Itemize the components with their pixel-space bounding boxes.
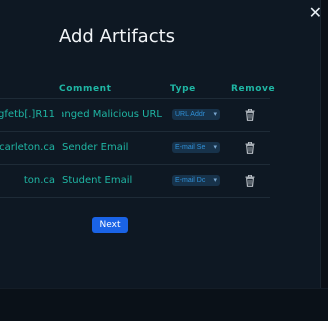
trash-icon[interactable] [245,109,255,121]
row-divider [0,197,270,198]
column-header-comment: Comment [59,84,112,94]
type-select-value: E-mail Se [175,144,206,151]
trash-icon[interactable] [245,142,255,154]
artifact-value: carleton.ca [0,142,55,153]
artifact-value: ngfetb[.]R11 [0,109,55,120]
chevron-down-icon: ▾ [213,111,217,118]
column-header-remove: Remove [231,84,276,94]
next-button[interactable]: Next [92,217,128,233]
trash-icon[interactable] [245,175,255,187]
add-artifacts-dialog: Add Artifacts Comment Type Remove ngfetb… [0,0,320,288]
type-select-value: E-mail Dc [175,177,206,184]
type-select[interactable]: E-mail Se ▾ [172,142,220,153]
type-select[interactable]: E-mail Dc ▾ [172,175,220,186]
artifact-comment: Sender Email [62,142,129,153]
table-row: ngfetb[.]R11 efanged Malicious URL URL A… [0,99,270,131]
table-row: ton.ca Student Email E-mail Dc ▾ [0,165,270,197]
chevron-down-icon: ▾ [213,177,217,184]
column-header-type: Type [170,84,196,94]
dialog-title: Add Artifacts [59,26,176,47]
type-select[interactable]: URL Addr ▾ [172,109,220,120]
type-select-value: URL Addr [175,111,206,118]
artifact-comment: efanged Malicious URL [62,109,162,120]
background-footer [0,288,328,321]
artifact-comment: Student Email [62,175,133,186]
chevron-down-icon: ▾ [213,144,217,151]
table-row: carleton.ca Sender Email E-mail Se ▾ [0,132,270,164]
artifact-value: ton.ca [23,175,55,186]
close-icon[interactable]: ✕ [309,5,322,21]
page-scrollbar[interactable] [320,0,328,320]
